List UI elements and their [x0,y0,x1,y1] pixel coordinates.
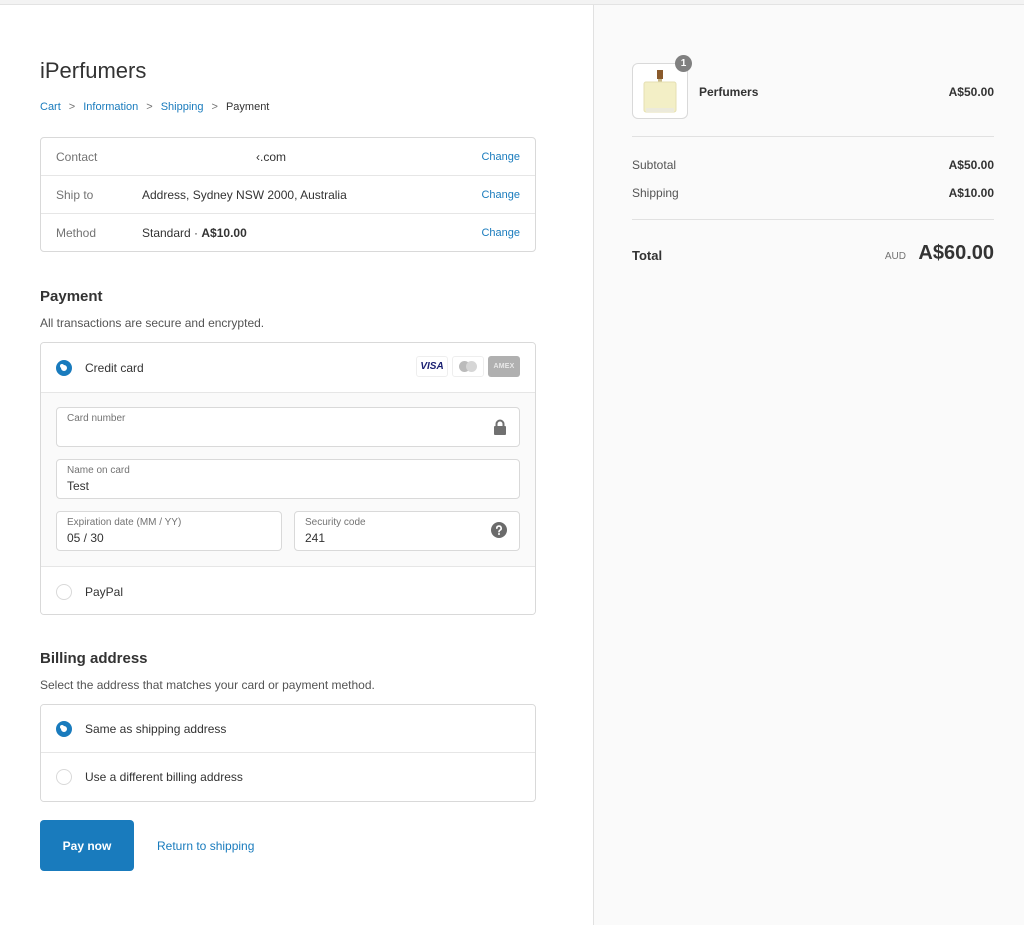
payment-title: Payment [40,288,103,305]
different-address-radio[interactable] [56,769,72,785]
paypal-label: PayPal [85,584,124,599]
payment-option-credit-card[interactable]: Credit card VISA AMEX [41,343,535,392]
chevron-right-icon: > [211,101,218,113]
payment-option-paypal[interactable]: PayPal [41,567,535,614]
expiration-date-field[interactable]: Expiration date (MM / YY) 05 / 30 [56,511,282,551]
name-on-card-field[interactable]: Name on card Test [56,459,520,499]
payment-methods: Credit card VISA AMEX Card number Name o… [40,342,536,615]
breadcrumb-cart[interactable]: Cart [40,101,61,113]
chevron-right-icon: > [68,101,76,113]
product-name: Perfumers [699,85,759,99]
credit-card-label: Credit card [85,360,144,375]
change-method-link[interactable]: Change [481,227,520,239]
subtotal-label: Subtotal [632,158,677,172]
review-label: Method [56,226,97,240]
help-icon[interactable] [491,522,507,541]
return-to-shipping-link[interactable]: Return to shipping [157,839,254,853]
credit-card-radio[interactable] [56,359,72,376]
shipping-value: A$10.00 [948,186,994,200]
subtotal-value: A$50.00 [948,158,994,172]
breadcrumb-payment: Payment [225,101,270,113]
order-summary: 1 Perfumers A$50.00 Subtotal A$50.00 Shi… [593,5,1024,925]
summary-divider [632,219,994,220]
security-code-label: Security code [305,517,366,528]
shipping-row: Shipping A$10.00 [632,186,994,200]
lock-icon [493,419,507,438]
paypal-radio[interactable] [56,583,72,600]
security-code-value: 241 [305,531,326,545]
total-currency: AUD [884,251,906,262]
mastercard-icon [452,356,484,377]
expiration-date-value: 05 / 30 [67,531,104,545]
summary-divider [632,136,994,137]
store-title[interactable]: iPerfumers [40,58,146,84]
security-code-field[interactable]: Security code 241 [294,511,520,551]
change-ship-to-link[interactable]: Change [481,189,520,201]
review-row-contact: Contact ‹.com Change [41,138,535,176]
billing-option-different[interactable]: Use a different billing address [41,753,535,801]
amex-icon: AMEX [488,356,520,377]
checkout-main: iPerfumers Cart > Information > Shipping… [0,5,593,925]
review-row-ship-to: Ship to Address, Sydney NSW 2000, Austra… [41,176,535,214]
payment-subtitle: All transactions are secure and encrypte… [40,316,265,330]
card-number-label: Card number [67,413,126,424]
billing-options: Same as shipping address Use a different… [40,704,536,802]
method-name: Standard · [142,226,202,240]
name-on-card-value: Test [67,479,90,493]
expiration-date-label: Expiration date (MM / YY) [67,517,182,528]
review-row-method: Method Standard · A$10.00 Change [41,214,535,252]
line-item: 1 Perfumers A$50.00 [632,55,994,119]
billing-title: Billing address [40,650,148,667]
breadcrumb-shipping[interactable]: Shipping [161,101,204,113]
product-price: A$50.00 [948,85,994,99]
method-value: Standard · A$10.00 [142,226,481,240]
breadcrumb: Cart > Information > Shipping > Payment [40,101,269,113]
different-address-label: Use a different billing address [85,770,243,784]
pay-now-button[interactable]: Pay now [40,820,134,871]
review-label: Contact [56,149,98,164]
card-brands: VISA AMEX [416,356,520,377]
breadcrumb-information[interactable]: Information [83,101,138,113]
total-label: Total [632,248,663,263]
name-on-card-label: Name on card [67,465,130,476]
same-address-label: Same as shipping address [85,721,227,736]
review-block: Contact ‹.com Change Ship to Address, Sy… [40,137,536,252]
billing-option-same[interactable]: Same as shipping address [41,705,535,753]
same-address-radio[interactable] [56,720,72,737]
card-number-field[interactable]: Card number [56,407,520,447]
review-label: Ship to [56,187,94,202]
total-row: Total AUD A$60.00 [632,242,994,272]
billing-subtitle: Select the address that matches your car… [40,678,375,692]
shipping-label: Shipping [632,186,679,200]
subtotal-row: Subtotal A$50.00 [632,158,994,172]
method-price: A$10.00 [201,226,247,240]
ship-to-value: Address, Sydney NSW 2000, Australia [142,187,347,202]
contact-value: ‹.com [256,149,286,164]
change-contact-link[interactable]: Change [481,151,520,163]
quantity-badge: 1 [675,55,692,72]
total-value: A$60.00 [918,242,994,264]
perfume-bottle-icon [643,70,677,113]
visa-icon: VISA [416,356,448,377]
credit-card-fields: Card number Name on card Test Expiration… [41,392,535,567]
chevron-right-icon: > [146,101,153,113]
